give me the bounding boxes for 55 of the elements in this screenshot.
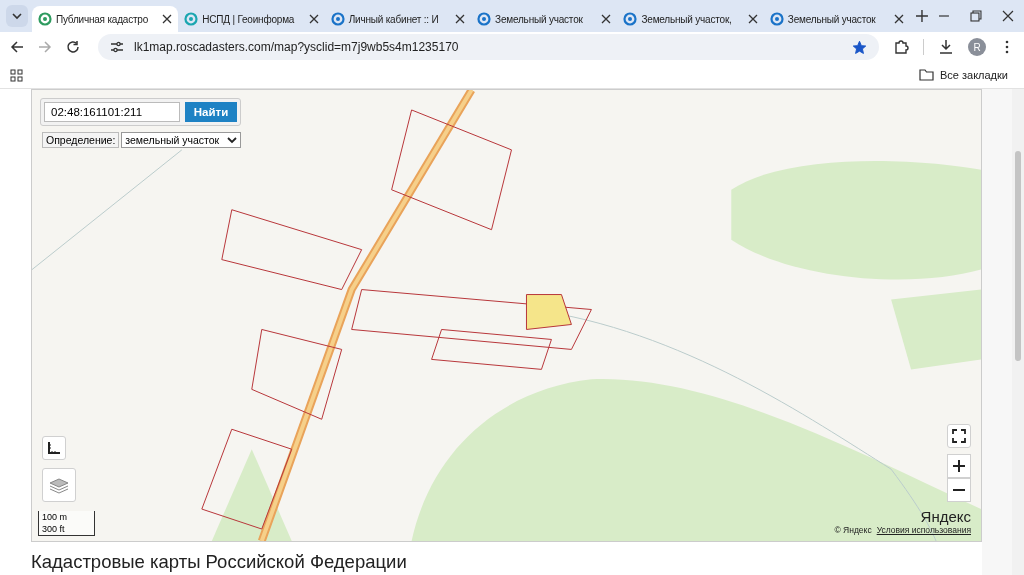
tab-title: Земельный участок, — [641, 13, 733, 25]
close-icon[interactable] — [747, 14, 758, 24]
plus-icon — [953, 460, 965, 472]
terms-link[interactable]: Условия использования — [876, 525, 971, 535]
back-arrow-icon[interactable] — [10, 40, 24, 54]
cadastral-number-field[interactable]: 02:48:161101:211 — [44, 102, 180, 122]
site-icon — [769, 12, 784, 26]
new-tab-icon[interactable] — [916, 10, 929, 22]
close-icon[interactable] — [162, 14, 173, 24]
close-icon[interactable] — [308, 14, 319, 24]
fullscreen-icon — [952, 429, 966, 443]
puzzle-icon[interactable] — [893, 39, 909, 55]
site-icon — [184, 12, 199, 26]
zoom-out-button[interactable] — [947, 478, 971, 502]
ruler-button[interactable] — [42, 436, 66, 460]
chevron-down-icon — [10, 10, 23, 22]
close-icon[interactable] — [601, 14, 612, 24]
site-icon — [330, 12, 345, 26]
copyright-text: © Яндекс — [834, 525, 872, 535]
browser-tab[interactable]: Публичная кадастро — [31, 6, 179, 32]
definition-label: Определение: — [42, 132, 120, 148]
restore-icon[interactable] — [970, 10, 983, 22]
page-heading: Кадастровые карты Российской Федерации — [31, 551, 408, 573]
scale-label: 300 ft — [42, 523, 66, 535]
close-icon[interactable] — [1002, 10, 1015, 22]
tab-title: Личный кабинет :: И — [348, 13, 440, 25]
find-button[interactable]: Найти — [185, 102, 237, 122]
zoom-in-button[interactable] — [947, 454, 971, 478]
ruler-icon — [47, 441, 61, 455]
folder-icon — [918, 69, 934, 81]
scrollbar[interactable] — [1012, 89, 1024, 575]
site-settings-icon[interactable] — [110, 40, 124, 54]
url-text: lk1map.roscadasters.com/map?ysclid=m7j9wb5s4m1235170 — [134, 40, 459, 54]
close-icon[interactable] — [894, 14, 905, 24]
fullscreen-button[interactable] — [947, 424, 971, 448]
tab-title: НСПД | Геоинформа — [202, 13, 296, 25]
close-icon[interactable] — [455, 14, 466, 24]
layers-button[interactable] — [42, 468, 76, 502]
reload-icon[interactable] — [66, 40, 80, 54]
apps-grid-icon[interactable] — [10, 68, 23, 82]
site-icon — [37, 12, 52, 26]
tab-search-button[interactable] — [6, 5, 28, 27]
site-icon — [623, 12, 638, 26]
caret-icon — [227, 136, 238, 144]
all-bookmarks-button[interactable]: Все закладки — [918, 69, 1014, 81]
download-icon[interactable] — [938, 39, 954, 55]
tab-title: Земельный участок — [787, 13, 877, 25]
scale-label: 100 m — [42, 511, 68, 523]
site-icon — [477, 12, 492, 26]
tab-title: Земельный участок — [495, 13, 584, 25]
address-bar[interactable]: lk1map.roscadasters.com/map?ysclid=m7j9wb5s4m1235170 — [98, 34, 879, 60]
definition-dropdown[interactable]: земельный участок — [121, 132, 242, 148]
map-provider-logo: Яндекс — [920, 509, 971, 525]
tab-title: Публичная кадастро — [55, 13, 150, 25]
star-icon[interactable] — [852, 39, 867, 55]
